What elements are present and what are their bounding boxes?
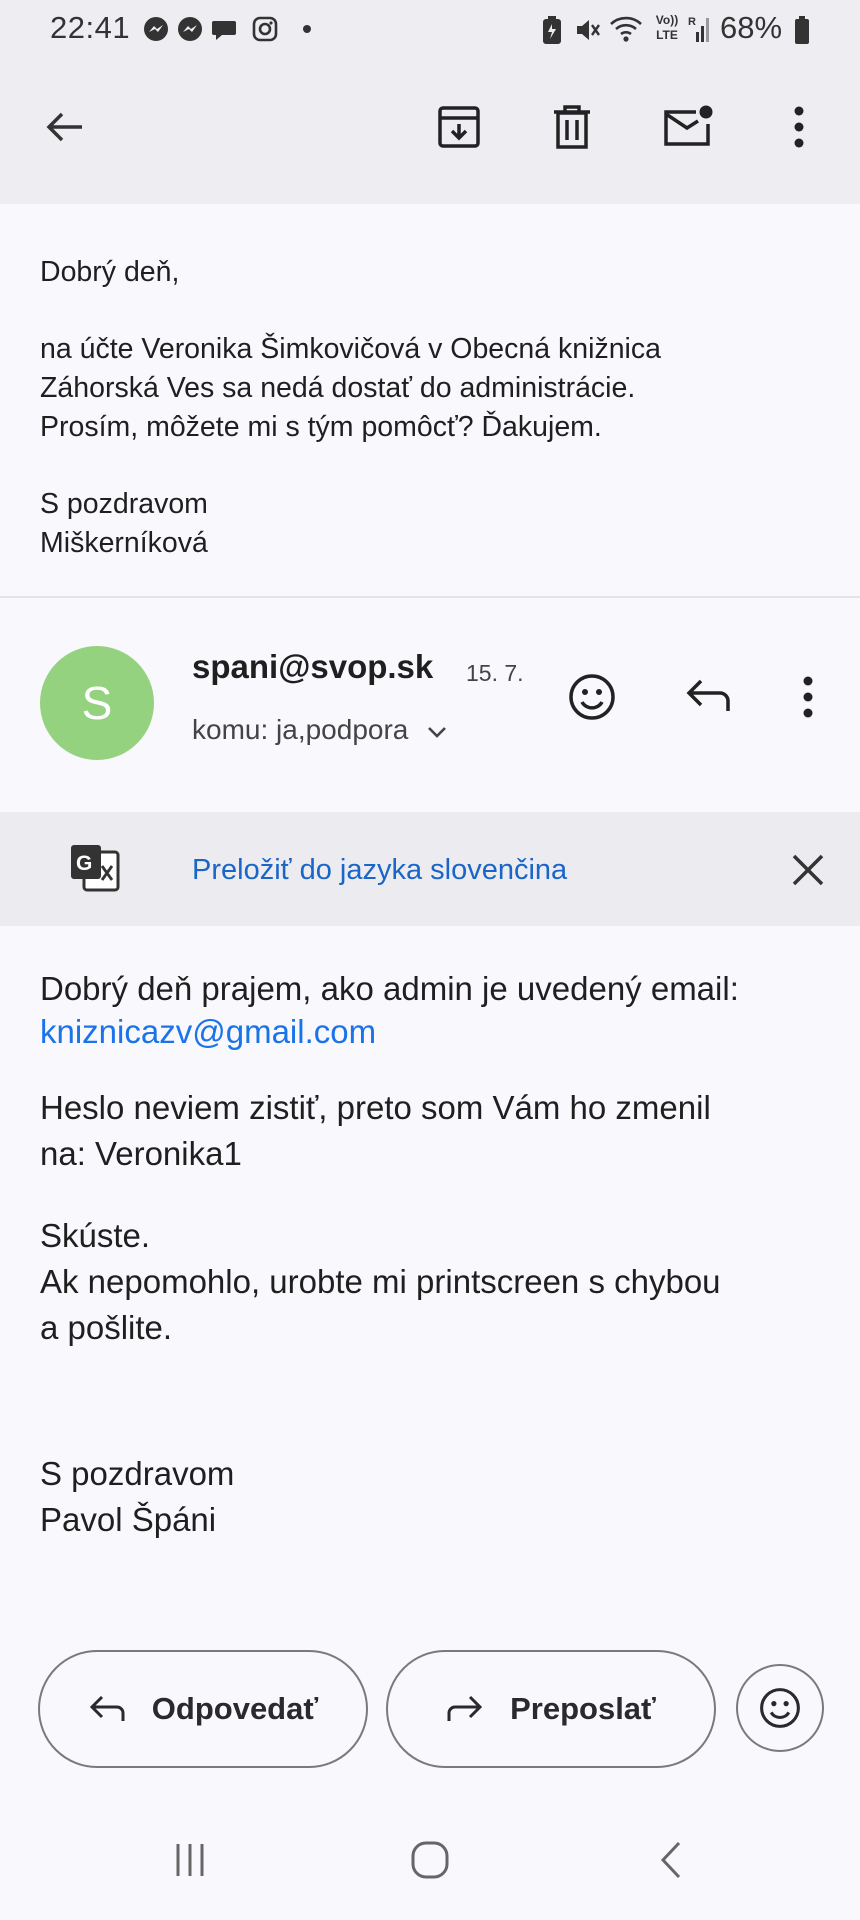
- archive-button[interactable]: [427, 95, 491, 159]
- quoted-signature: Miškerníková: [40, 527, 208, 559]
- delete-icon: [554, 105, 590, 149]
- quoted-line: na účte Veronika Šimkovičová v Obecná kn…: [40, 333, 661, 365]
- nav-back-icon: [660, 1841, 681, 1879]
- close-icon: [792, 854, 824, 886]
- translate-icon: G: [71, 845, 120, 892]
- reply-action-button[interactable]: Odpovedať: [38, 1650, 368, 1768]
- forward-action-button[interactable]: Preposlať: [386, 1650, 716, 1768]
- recent-apps-button[interactable]: [160, 1835, 220, 1885]
- forward-icon: [447, 1695, 483, 1721]
- home-icon: [411, 1841, 449, 1879]
- messenger-icon: [178, 17, 202, 41]
- archive-icon: [438, 106, 480, 148]
- status-time: 22:41: [50, 10, 131, 45]
- reply-icon: [686, 679, 730, 711]
- battery-icon: [795, 16, 809, 44]
- instagram-icon: [252, 16, 278, 42]
- svg-text:G: G: [76, 852, 92, 875]
- avatar-letter: S: [81, 677, 113, 729]
- battery-saver-icon: [543, 16, 561, 44]
- reply-label: Odpovedať: [151, 1691, 319, 1726]
- back-arrow-icon: [46, 112, 82, 142]
- message-date: 15. 7.: [466, 660, 524, 686]
- quoted-greeting: Dobrý deň,: [40, 256, 180, 288]
- mark-unread-button[interactable]: [656, 95, 720, 159]
- emoji-icon: [569, 674, 615, 720]
- message-more-button[interactable]: [776, 665, 840, 729]
- delete-button[interactable]: [540, 95, 604, 159]
- wifi-icon: [610, 16, 642, 42]
- recent-apps-icon: [176, 1844, 204, 1876]
- chevron-down-icon: [428, 726, 447, 738]
- recipients-toggle[interactable]: komu: ja,podpora: [192, 714, 448, 746]
- email-link[interactable]: kniznicazv@gmail.com: [40, 1009, 376, 1055]
- mute-icon: [577, 20, 600, 40]
- message-divider: [0, 596, 860, 598]
- body-line: na: Veronika1: [40, 1135, 242, 1172]
- recipients-text: komu: ja,podpora: [192, 714, 409, 745]
- body-line: Dobrý deň prajem, ako admin je uvedený e…: [40, 970, 739, 1007]
- close-translate-button[interactable]: [776, 838, 840, 902]
- body-line: Ak nepomohlo, urobte mi printscreen s ch…: [40, 1263, 721, 1300]
- body-signature: Pavol Špáni: [40, 1501, 217, 1538]
- forward-label: Preposlať: [510, 1691, 656, 1726]
- react-emoji-button[interactable]: [560, 665, 624, 729]
- body-line: a pošlite.: [40, 1309, 173, 1346]
- mark-unread-icon: [664, 105, 713, 146]
- body-line: Heslo neviem zistiť, preto som Vám ho zm…: [40, 1089, 711, 1126]
- signal-icon: R: [688, 16, 709, 42]
- body-line: Skúste.: [40, 1217, 151, 1254]
- quoted-line: Záhorská Ves sa nedá dostať do administr…: [40, 372, 636, 404]
- more-options-button[interactable]: [767, 95, 831, 159]
- emoji-icon: [760, 1688, 800, 1728]
- quoted-line: Prosím, môžete mi s tým pomôcť? Ďakujem.: [40, 411, 602, 443]
- nav-back-button[interactable]: [640, 1835, 700, 1885]
- translate-link[interactable]: Preložiť do jazyka slovenčina: [192, 854, 567, 887]
- volte-lte-icon: Vo)) LTE: [650, 13, 684, 43]
- quoted-closing: S pozdravom: [40, 488, 208, 520]
- avatar[interactable]: S: [40, 646, 154, 760]
- network-label-bottom: LTE: [656, 28, 678, 42]
- network-label-top: Vo)): [655, 13, 679, 27]
- back-button[interactable]: [32, 95, 96, 159]
- more-vert-icon: [794, 106, 804, 148]
- sender-email[interactable]: spani@svop.sk: [192, 648, 433, 686]
- body-closing: S pozdravom: [40, 1455, 235, 1492]
- dot-icon: [303, 25, 311, 33]
- reply-icon: [89, 1695, 125, 1721]
- messenger-icon: [144, 17, 168, 41]
- more-vert-icon: [803, 676, 813, 718]
- chat-bubble-icon: [212, 21, 236, 40]
- battery-percentage: 68%: [720, 10, 783, 45]
- svg-text:R: R: [688, 16, 696, 28]
- home-button[interactable]: [400, 1835, 460, 1885]
- reply-button[interactable]: [676, 665, 740, 729]
- emoji-reaction-button[interactable]: [736, 1664, 824, 1752]
